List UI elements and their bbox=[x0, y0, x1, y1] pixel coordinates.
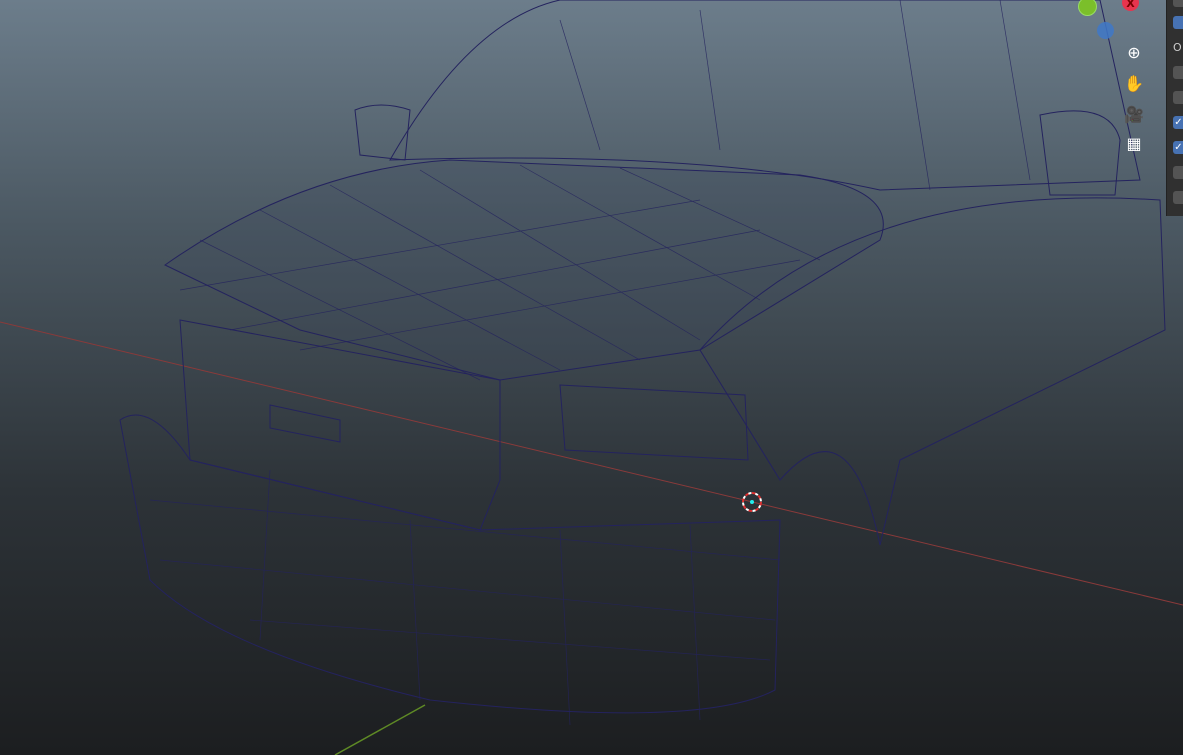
panel-checkbox[interactable] bbox=[1173, 66, 1183, 79]
panel-label: O bbox=[1173, 41, 1182, 54]
van-wireframe bbox=[119, 0, 1166, 714]
y-axis-line bbox=[334, 704, 426, 755]
pan-hand-icon[interactable]: ✋ bbox=[1122, 72, 1146, 96]
camera-icon[interactable]: 🎥 bbox=[1122, 103, 1146, 127]
panel-checkbox[interactable] bbox=[1173, 166, 1183, 179]
panel-checkbox[interactable] bbox=[1173, 91, 1183, 104]
panel-checkbox-checked[interactable]: ✓ bbox=[1173, 116, 1183, 129]
panel-checkbox[interactable] bbox=[1173, 191, 1183, 204]
panel-toggle-active[interactable] bbox=[1173, 16, 1183, 29]
wireframe-scene bbox=[0, 0, 1183, 755]
ortho-grid-icon[interactable]: ▦ bbox=[1122, 132, 1146, 156]
side-panel: O ✓ ✓ bbox=[1166, 0, 1183, 216]
3d-cursor bbox=[742, 492, 762, 512]
panel-button[interactable] bbox=[1173, 0, 1183, 7]
zoom-icon[interactable]: ⊕ bbox=[1122, 41, 1146, 65]
gizmo-x-label: X bbox=[1126, 0, 1135, 10]
3d-viewport[interactable]: X ⊕ ✋ 🎥 ▦ O ✓ ✓ bbox=[0, 0, 1183, 755]
gizmo-z-axis[interactable] bbox=[1097, 22, 1114, 39]
panel-checkbox-checked[interactable]: ✓ bbox=[1173, 141, 1183, 154]
